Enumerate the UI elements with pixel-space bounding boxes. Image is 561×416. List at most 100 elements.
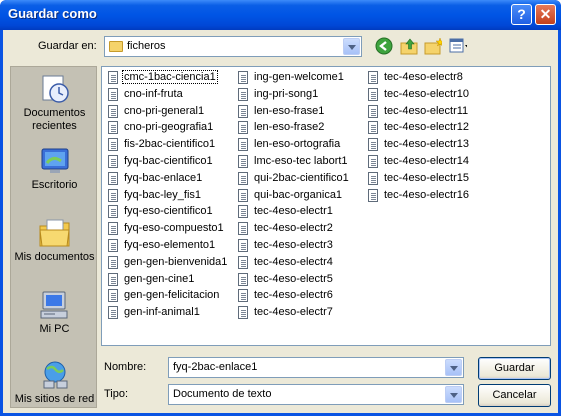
- text-file-icon: [108, 255, 118, 269]
- file-name: fyq-bac-enlace1: [124, 171, 203, 184]
- view-menu-icon[interactable]: [449, 38, 467, 56]
- file-name: gen-gen-cine1: [124, 272, 195, 285]
- text-file-icon: [108, 222, 118, 236]
- text-file-icon: [108, 272, 118, 286]
- file-name: gen-gen-bienvenida1: [124, 255, 228, 268]
- file-name: tec-4eso-electr6: [254, 289, 333, 302]
- text-file-icon: [238, 104, 248, 118]
- file-name: tec-4eso-electr4: [254, 255, 333, 268]
- file-name: tec-4eso-electr16: [384, 188, 469, 201]
- file-name: len-eso-frase1: [254, 104, 325, 117]
- filetype-dropdown[interactable]: Documento de texto: [168, 384, 464, 405]
- file-name: ing-gen-welcome1: [254, 71, 344, 83]
- my-computer-icon: [40, 291, 67, 319]
- file-name: tec-4eso-electr15: [384, 171, 469, 184]
- file-name: fyq-eso-cientifico1: [124, 205, 213, 218]
- text-file-icon: [368, 188, 378, 202]
- file-name: tec-4eso-electr3: [254, 239, 333, 251]
- filename-label: Nombre:: [104, 361, 147, 373]
- place-my-documents[interactable]: Mis documentos: [11, 217, 98, 264]
- place-recent-documents[interactable]: Documentos recientes: [11, 73, 98, 133]
- file-name: gen-gen-felicitacion: [124, 289, 220, 302]
- file-name: cno-pri-geografia1: [124, 121, 214, 134]
- place-desktop[interactable]: Escritorio: [11, 145, 98, 192]
- text-file-icon: [238, 87, 248, 101]
- text-file-icon: [108, 188, 118, 202]
- file-name: tec-4eso-electr10: [384, 87, 469, 100]
- place-network[interactable]: Mis sitios de red: [11, 359, 98, 406]
- text-file-icon: [238, 255, 248, 269]
- file-name: ing-pri-song1: [254, 87, 319, 100]
- file-name: tec-4eso-electr5: [254, 272, 333, 285]
- text-file-icon: [108, 171, 118, 185]
- text-file-icon: [238, 71, 248, 84]
- window-title: Guardar como: [8, 6, 97, 21]
- save-button[interactable]: Guardar: [478, 357, 551, 380]
- file-name: qui-2bac-cientifico1: [254, 171, 349, 184]
- filename-input[interactable]: fyq-2bac-enlace1: [168, 357, 464, 378]
- file-name: tec-4eso-electr12: [384, 121, 469, 134]
- file-name: fyq-bac-cientifico1: [124, 155, 213, 167]
- text-file-icon: [368, 138, 378, 152]
- text-file-icon: [368, 71, 378, 84]
- text-file-icon: [238, 205, 248, 219]
- file-name: tec-4eso-electr14: [384, 155, 469, 167]
- save-in-dropdown[interactable]: ficheros: [104, 36, 362, 57]
- cancel-button[interactable]: Cancelar: [478, 384, 551, 407]
- file-name: tec-4eso-electr13: [384, 138, 469, 151]
- title-bar[interactable]: Guardar como ? ✕: [0, 0, 561, 30]
- file-name: cno-pri-general1: [124, 104, 205, 117]
- file-name: gen-inf-animal1: [124, 306, 200, 319]
- my-documents-icon: [38, 219, 70, 247]
- file-list[interactable]: cmc-1bac-ciencia1 cno-inf-fruta cno-pri-ge…: [101, 66, 551, 346]
- text-file-icon: [238, 289, 248, 303]
- new-folder-icon[interactable]: [424, 37, 442, 55]
- file-name: qui-bac-organica1: [254, 188, 343, 201]
- file-name: cmc-1bac-ciencia1: [122, 70, 218, 84]
- close-button[interactable]: ✕: [535, 4, 556, 25]
- filetype-value: Documento de texto: [173, 388, 272, 400]
- text-file-icon: [108, 87, 118, 101]
- file-name: cno-inf-fruta: [124, 87, 183, 100]
- folder-icon: [109, 41, 123, 52]
- text-file-icon: [108, 121, 118, 135]
- text-file-icon: [108, 239, 118, 252]
- dialog-body: Guardar en: ficheros Documentos reciente…: [3, 30, 558, 413]
- place-label: Mis documentos: [14, 251, 95, 263]
- text-file-icon: [238, 155, 248, 168]
- up-folder-icon[interactable]: [400, 37, 418, 55]
- text-file-icon: [368, 155, 378, 168]
- text-file-icon: [238, 306, 248, 320]
- save-in-value: ficheros: [127, 40, 166, 52]
- place-my-computer[interactable]: Mi PC: [11, 289, 98, 336]
- places-bar: Documentos recientes Escritorio Mis docu…: [10, 66, 97, 408]
- text-file-icon: [238, 239, 248, 252]
- place-label: Mis sitios de red: [14, 393, 95, 405]
- back-icon[interactable]: [375, 37, 393, 55]
- file-name: lmc-eso-tec labort1: [254, 155, 348, 167]
- file-name: len-eso-ortografia: [254, 138, 341, 151]
- chevron-down-icon[interactable]: [445, 359, 462, 376]
- text-file-icon: [238, 171, 248, 185]
- text-file-icon: [368, 121, 378, 135]
- file-name: len-eso-frase2: [254, 121, 325, 134]
- file-name: fis-2bac-cientifico1: [124, 138, 216, 151]
- text-file-icon: [108, 289, 118, 303]
- file-name: tec-4eso-electr2: [254, 222, 333, 235]
- desktop-icon: [41, 148, 68, 173]
- help-button[interactable]: ?: [511, 4, 532, 25]
- save-in-label: Guardar en:: [38, 40, 97, 52]
- file-name: tec-4eso-electr7: [254, 306, 333, 319]
- text-file-icon: [238, 188, 248, 202]
- text-file-icon: [238, 121, 248, 135]
- place-label: Documentos recientes: [23, 107, 86, 132]
- file-name: fyq-bac-ley_fis1: [124, 188, 202, 201]
- chevron-down-icon[interactable]: [445, 386, 462, 403]
- text-file-icon: [108, 71, 118, 84]
- place-label: Mi PC: [39, 323, 70, 335]
- filename-value: fyq-2bac-enlace1: [173, 361, 258, 373]
- text-file-icon: [108, 138, 118, 152]
- text-file-icon: [368, 87, 378, 101]
- text-file-icon: [108, 155, 118, 168]
- chevron-down-icon[interactable]: [343, 38, 360, 55]
